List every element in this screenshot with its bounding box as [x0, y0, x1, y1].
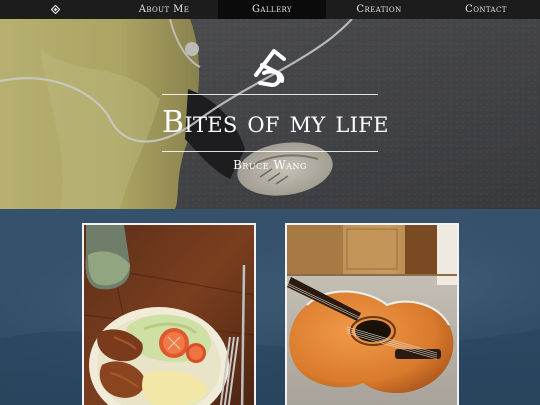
- hero-banner: Bites of my life Bruce Wang: [0, 19, 540, 209]
- gallery-photo-guitar[interactable]: [285, 223, 459, 405]
- nav-creation-link[interactable]: Creation: [326, 0, 432, 19]
- food-plate-photo: [84, 225, 254, 405]
- b-monogram-logo-icon[interactable]: [244, 45, 294, 89]
- hero-content: Bites of my life Bruce Wang: [0, 19, 540, 209]
- acoustic-guitar-photo: [287, 225, 457, 405]
- gallery-section: [0, 209, 540, 405]
- site-author-name: Bruce Wang: [233, 158, 307, 172]
- title-bottom-divider: [162, 151, 378, 152]
- nav-contact-link[interactable]: Contact: [432, 0, 540, 19]
- diamond-logo-icon: [50, 5, 60, 14]
- gallery-background: [0, 209, 540, 405]
- site-title: Bites of my life: [162, 105, 389, 140]
- title-top-divider: [162, 94, 378, 95]
- nav-gallery-link[interactable]: Gallery: [218, 0, 326, 19]
- nav-about-me-link[interactable]: About Me: [110, 0, 218, 19]
- top-navigation-bar: About Me Gallery Creation Contact: [0, 0, 540, 19]
- nav-home-link[interactable]: [0, 0, 110, 19]
- gallery-photo-food[interactable]: [82, 223, 256, 405]
